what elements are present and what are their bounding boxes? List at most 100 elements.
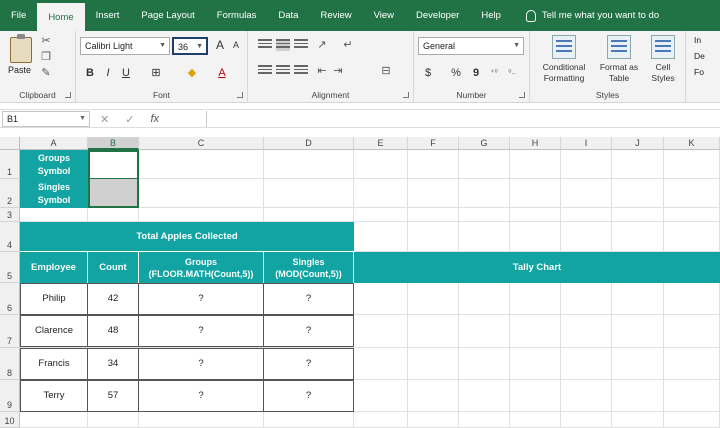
name-box[interactable]: B1 ▼ (2, 111, 90, 127)
tell-me-search[interactable]: Tell me what you want to do (512, 9, 659, 22)
employee-cell[interactable]: Francis (20, 348, 88, 380)
format-cells-button[interactable]: Fo (694, 67, 704, 77)
employee-cell[interactable]: Clarence (20, 315, 88, 347)
decrease-decimal-icon[interactable]: ⁰₋ (506, 67, 518, 79)
groups-symbol-cell[interactable] (88, 150, 139, 179)
groups-cell-text: ? (198, 325, 204, 336)
select-all-corner[interactable] (0, 137, 20, 150)
font-color-button[interactable]: A (214, 65, 230, 81)
paste-icon[interactable] (10, 34, 32, 63)
groups-cell[interactable]: ? (139, 348, 264, 380)
cut-icon[interactable]: ✂ (40, 35, 52, 47)
tab-page-layout[interactable]: Page Layout (130, 0, 205, 31)
paste-button[interactable]: Paste (8, 65, 31, 75)
bold-button[interactable]: B (82, 65, 98, 81)
column-header-i[interactable]: I (561, 137, 612, 150)
shrink-font-button[interactable]: A (228, 37, 244, 53)
row-header-2[interactable]: 2 (0, 179, 20, 208)
employee-cell[interactable]: Philip (20, 283, 88, 315)
row-header-1[interactable]: 1 (0, 150, 20, 179)
delete-cells-button[interactable]: De (694, 51, 705, 61)
row-header-6[interactable]: 6 (0, 283, 20, 315)
tab-developer[interactable]: Developer (405, 0, 470, 31)
borders-icon[interactable]: ⊞ (148, 65, 164, 81)
employee-cell[interactable]: Terry (20, 380, 88, 412)
currency-button[interactable]: $ (420, 65, 436, 81)
tab-view[interactable]: View (363, 0, 405, 31)
column-header-a[interactable]: A (20, 137, 88, 150)
tab-formulas[interactable]: Formulas (206, 0, 268, 31)
tab-data[interactable]: Data (267, 0, 309, 31)
tab-home[interactable]: Home (37, 0, 85, 31)
font-name-dropdown[interactable]: Calibri Light ▼ (80, 37, 170, 55)
increase-decimal-icon[interactable]: ⁺⁰ (488, 67, 500, 79)
column-header-j[interactable]: J (612, 137, 664, 150)
alignment-launcher-icon[interactable] (403, 92, 409, 98)
decrease-indent-icon[interactable]: ⇤ (316, 65, 328, 77)
column-header-f[interactable]: F (408, 137, 459, 150)
singles-cell[interactable]: ? (264, 283, 354, 315)
column-header-c[interactable]: C (139, 137, 264, 150)
italic-button[interactable]: I (100, 65, 116, 81)
row-header-4[interactable]: 4 (0, 222, 20, 252)
row-header-5[interactable]: 5 (0, 252, 20, 283)
middle-align-icon[interactable] (276, 39, 290, 51)
column-header-g[interactable]: G (459, 137, 510, 150)
formula-input[interactable] (206, 111, 718, 127)
cell-styles-button[interactable]: Cell Styles (644, 35, 682, 84)
column-header-e[interactable]: E (354, 137, 408, 150)
top-align-icon[interactable] (258, 39, 272, 51)
font-launcher-icon[interactable] (237, 92, 243, 98)
comma-button[interactable]: 9 (468, 65, 484, 81)
orientation-icon[interactable]: ↗ (316, 39, 328, 51)
singles-cell[interactable]: ? (264, 380, 354, 412)
percent-button[interactable]: % (448, 65, 464, 81)
groups-cell[interactable]: ? (139, 283, 264, 315)
copy-icon[interactable]: ❐ (40, 51, 52, 63)
align-right-icon[interactable] (294, 65, 308, 77)
row-header-9[interactable]: 9 (0, 380, 20, 412)
count-cell[interactable]: 34 (88, 348, 139, 380)
row-header-3[interactable]: 3 (0, 208, 20, 222)
merge-center-icon[interactable]: ⊟ (380, 65, 392, 77)
clipboard-launcher-icon[interactable] (65, 92, 71, 98)
row-header-7[interactable]: 7 (0, 315, 20, 348)
increase-indent-icon[interactable]: ⇥ (332, 65, 344, 77)
row-header-10[interactable]: 10 (0, 412, 20, 428)
fill-color-icon[interactable]: ◆ (184, 65, 200, 81)
singles-symbol-cell[interactable] (88, 179, 139, 208)
conditional-formatting-button[interactable]: Conditional Formatting (536, 35, 592, 84)
column-header-d[interactable]: D (264, 137, 354, 150)
tab-insert[interactable]: Insert (85, 0, 131, 31)
groups-cell[interactable]: ? (139, 380, 264, 412)
underline-button[interactable]: U (118, 65, 134, 81)
column-header-h[interactable]: H (510, 137, 561, 150)
font-size-dropdown[interactable]: 36 ▼ (172, 37, 208, 55)
format-as-table-button[interactable]: Format as Table (596, 35, 642, 84)
enter-icon[interactable]: ✓ (125, 113, 134, 126)
grow-font-button[interactable]: A (212, 37, 228, 53)
bottom-align-icon[interactable] (294, 39, 308, 51)
singles-cell[interactable]: ? (264, 348, 354, 380)
tab-review[interactable]: Review (309, 0, 362, 31)
singles-cell[interactable]: ? (264, 315, 354, 347)
cancel-icon[interactable]: ✕ (100, 113, 109, 126)
insert-function-icon[interactable]: fx (150, 113, 159, 125)
align-left-icon[interactable] (258, 65, 272, 77)
groups-cell[interactable]: ? (139, 315, 264, 347)
align-center-icon[interactable] (276, 65, 290, 77)
tab-file[interactable]: File (0, 0, 37, 31)
number-group: General ▼ $ % 9 ⁺⁰ ⁰₋ Number (414, 31, 530, 103)
column-header-b[interactable]: B (88, 137, 139, 150)
column-header-k[interactable]: K (664, 137, 720, 150)
row-header-8[interactable]: 8 (0, 348, 20, 380)
number-launcher-icon[interactable] (519, 92, 525, 98)
count-cell[interactable]: 42 (88, 283, 139, 315)
insert-cells-button[interactable]: In (694, 35, 701, 45)
tab-help[interactable]: Help (470, 0, 512, 31)
count-cell[interactable]: 48 (88, 315, 139, 347)
count-cell[interactable]: 57 (88, 380, 139, 412)
number-format-dropdown[interactable]: General ▼ (418, 37, 524, 55)
wrap-text-icon[interactable]: ↵ (342, 39, 354, 51)
format-painter-icon[interactable]: ✎ (40, 67, 52, 79)
